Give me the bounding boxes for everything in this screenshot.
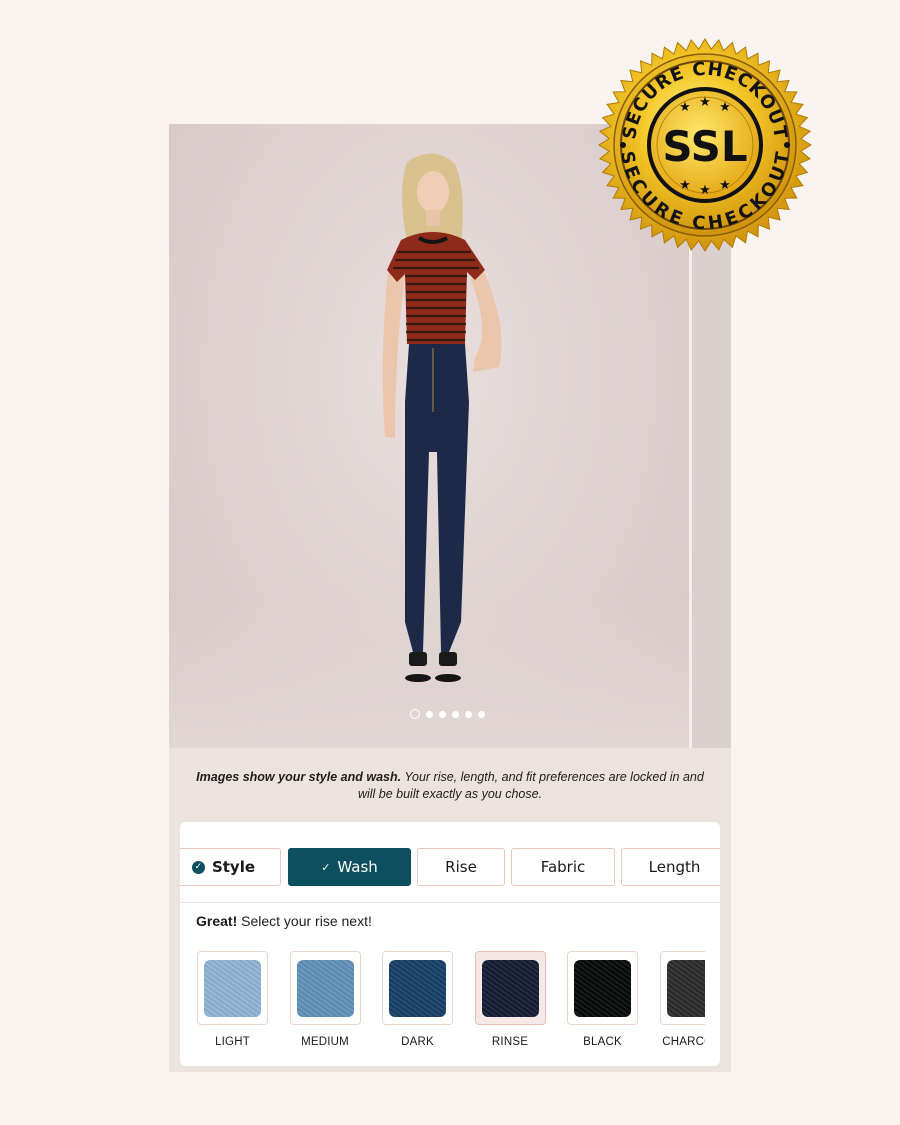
swatch-frame	[659, 951, 705, 1025]
tab-length-label: Length	[648, 858, 701, 876]
carousel-dot[interactable]	[426, 710, 433, 718]
swatch-frame	[474, 951, 546, 1025]
svg-text:★: ★	[719, 178, 731, 193]
wash-swatch-light[interactable]: LIGHT	[197, 951, 268, 1048]
wash-swatch-list: LIGHT MEDIUM DARK RINSE BLACK CHARCOAL	[197, 951, 705, 1051]
carousel-dot[interactable]	[465, 710, 472, 718]
svg-text:★: ★	[699, 95, 711, 110]
swatch-label: LIGHT	[215, 1036, 250, 1048]
step-tabs: ✓ Style ✓ Wash Rise Fabric Length	[180, 848, 720, 886]
swatch-color	[296, 959, 354, 1017]
tab-rise[interactable]: Rise	[417, 848, 505, 886]
product-customizer: Images show your style and wash. Your ri…	[169, 124, 731, 1072]
swatch-frame	[567, 951, 638, 1025]
swatch-label: CHARCOAL	[662, 1036, 705, 1048]
prompt-text: Select your rise next!	[237, 913, 372, 929]
tab-rise-label: Rise	[445, 858, 477, 876]
svg-text:★: ★	[719, 100, 731, 115]
check-circle-icon: ✓	[191, 860, 205, 874]
swatch-label: RINSE	[491, 1036, 529, 1048]
tab-wash[interactable]: ✓ Wash	[288, 848, 411, 886]
carousel-dots	[410, 709, 485, 719]
carousel-dot[interactable]	[410, 709, 420, 719]
wash-swatch-medium[interactable]: MEDIUM	[289, 951, 361, 1048]
swatch-color	[574, 959, 631, 1017]
divider	[180, 902, 720, 903]
svg-text:★: ★	[699, 183, 711, 198]
options-panel: ✓ Style ✓ Wash Rise Fabric Length Great!…	[180, 822, 720, 1066]
tab-length[interactable]: Length	[621, 848, 720, 886]
wash-swatch-black[interactable]: BLACK	[567, 951, 638, 1048]
tab-fabric-label: Fabric	[540, 858, 586, 876]
wash-swatch-rinse[interactable]: RINSE	[474, 951, 546, 1048]
swatch-color	[666, 959, 705, 1017]
tab-wash-label: Wash	[337, 858, 378, 876]
swatch-frame	[382, 951, 453, 1025]
wash-swatch-charcoal[interactable]: CHARCOAL	[659, 951, 705, 1048]
tab-fabric[interactable]: Fabric	[511, 848, 615, 886]
swatch-frame	[289, 951, 361, 1025]
checkmark-icon: ✓	[321, 860, 331, 874]
ssl-secure-checkout-badge: SECURE CHECKOUT SECURE CHECKOUT SSL ★ ★ ★ …	[598, 38, 812, 252]
swatch-frame	[197, 951, 268, 1025]
image-caption: Images show your style and wash. Your ri…	[189, 769, 711, 803]
wash-swatch-dark[interactable]: DARK	[382, 951, 453, 1048]
carousel-dot[interactable]	[478, 710, 485, 718]
swatch-color	[389, 959, 446, 1017]
caption-emphasis: Images show your style and wash.	[196, 770, 402, 784]
caption-text: Your rise, length, and fit preferences a…	[357, 770, 704, 801]
swatch-label: MEDIUM	[301, 1036, 349, 1048]
swatch-label: DARK	[401, 1036, 434, 1048]
carousel-dot[interactable]	[452, 710, 459, 718]
tab-style-label: Style	[211, 858, 256, 876]
badge-center-text: SSL	[662, 122, 747, 171]
model-figure	[382, 153, 502, 682]
tab-style[interactable]: ✓ Style	[180, 848, 281, 886]
prompt-emphasis: Great!	[196, 913, 238, 929]
svg-text:★: ★	[679, 100, 691, 115]
carousel-dot[interactable]	[439, 710, 446, 718]
swatch-color	[204, 959, 261, 1017]
swatch-label: BLACK	[583, 1036, 622, 1048]
svg-text:★: ★	[679, 178, 691, 193]
swatch-color	[481, 959, 539, 1017]
step-prompt: Great! Select your rise next!	[196, 913, 372, 929]
